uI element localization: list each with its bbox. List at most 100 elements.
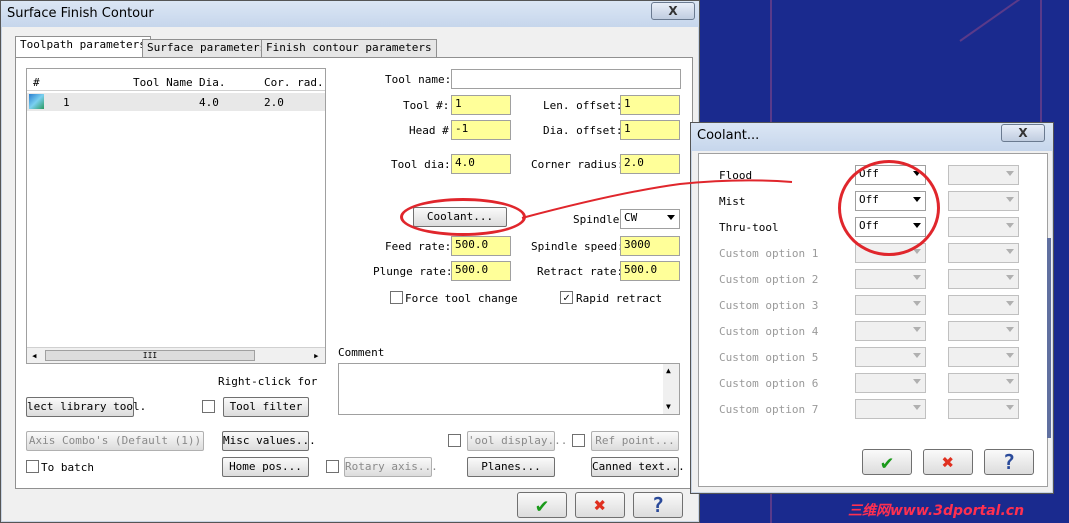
chevron-down-icon — [1006, 327, 1014, 332]
close-icon: ✖ — [593, 493, 607, 517]
rotary-axis-checkbox[interactable] — [326, 460, 339, 473]
scroll-left-icon[interactable]: ◂ — [31, 349, 38, 362]
coolant-cancel-button[interactable]: ✖ — [923, 449, 973, 475]
coolant-option-select[interactable] — [855, 321, 926, 341]
scroll-down-icon[interactable]: ▼ — [666, 402, 671, 411]
tab-toolpath-parameters[interactable]: Toolpath parameters — [15, 36, 151, 58]
tool-dia-field[interactable]: 4.0 — [451, 154, 511, 174]
row-dia: 4.0 — [199, 96, 219, 109]
tool-name-field[interactable] — [451, 69, 681, 89]
desktop-line — [959, 0, 1059, 42]
tab-surface-parameters[interactable]: Surface parameters — [142, 39, 272, 57]
tool-name-label: Tool name: — [385, 73, 452, 86]
coolant-option-secondary-select[interactable] — [948, 243, 1019, 263]
force-tool-change-label: Force tool change — [405, 292, 518, 305]
feed-rate-field[interactable]: 500.0 — [451, 236, 511, 256]
retract-rate-field[interactable]: 500.0 — [620, 261, 680, 281]
list-header: # Tool Name Dia. Cor. rad. — [27, 73, 325, 91]
coolant-option-label: Custom option 7 — [719, 403, 819, 416]
head-field[interactable]: -1 — [451, 120, 511, 140]
dia-offset-field[interactable]: 1 — [620, 120, 680, 140]
to-batch-checkbox[interactable] — [26, 460, 39, 473]
comment-textarea[interactable]: ▲ ▼ — [338, 363, 680, 415]
chevron-down-icon — [1006, 379, 1014, 384]
dia-offset-label: Dia. offset: — [543, 124, 623, 137]
spindle-speed-field[interactable]: 3000 — [620, 236, 680, 256]
axis-combo-button[interactable]: Axis Combo's (Default (1)) — [26, 431, 204, 451]
chevron-down-icon — [913, 249, 921, 254]
rapid-retract-checkbox[interactable]: ✓ — [560, 291, 573, 304]
coolant-option-secondary-select[interactable] — [948, 269, 1019, 289]
scroll-thumb[interactable]: III — [45, 350, 255, 361]
cancel-button[interactable]: ✖ — [575, 492, 625, 518]
coolant-option-secondary-select[interactable] — [948, 191, 1019, 211]
coolant-ok-button[interactable]: ✔ — [862, 449, 912, 475]
coolant-option-secondary-select[interactable] — [948, 399, 1019, 419]
coolant-option-secondary-select[interactable] — [948, 347, 1019, 367]
coolant-option-select[interactable] — [855, 399, 926, 419]
len-offset-field[interactable]: 1 — [620, 95, 680, 115]
chevron-down-icon — [913, 379, 921, 384]
tool-filter-checkbox[interactable] — [202, 400, 215, 413]
misc-values-button[interactable]: Misc values... — [222, 431, 316, 451]
tab-finish-contour-parameters[interactable]: Finish contour parameters — [261, 39, 437, 57]
scroll-right-icon[interactable]: ▸ — [313, 349, 320, 362]
chevron-down-icon — [1006, 405, 1014, 410]
coolant-option-select[interactable] — [855, 373, 926, 393]
tool-display-button[interactable]: 'ool display... — [467, 431, 567, 451]
right-click-label: Right-click for — [218, 375, 318, 388]
rotary-axis-button[interactable]: Rotary axis... — [344, 457, 438, 477]
chevron-down-icon — [1006, 223, 1014, 228]
coolant-option-select[interactable] — [855, 269, 926, 289]
coolant-help-button[interactable]: ? — [984, 449, 1034, 475]
chevron-down-icon — [913, 275, 921, 280]
coolant-option-select[interactable] — [855, 295, 926, 315]
plunge-rate-field[interactable]: 500.0 — [451, 261, 511, 281]
coolant-option-select[interactable] — [855, 347, 926, 367]
check-icon: ✔ — [535, 493, 549, 517]
col-header-tool-name[interactable]: Tool Name — [133, 76, 193, 89]
coolant-option-label: Custom option 4 — [719, 325, 819, 338]
help-icon: ? — [651, 493, 665, 517]
coolant-title: Coolant... — [697, 128, 760, 143]
coolant-option-secondary-select[interactable] — [948, 321, 1019, 341]
tool-filter-button[interactable]: Tool filter — [223, 397, 309, 417]
retract-rate-label: Retract rate: — [537, 265, 624, 278]
tool-num-field[interactable]: 1 — [451, 95, 511, 115]
coolant-option-secondary-select[interactable] — [948, 165, 1019, 185]
coolant-option-secondary-select[interactable] — [948, 217, 1019, 237]
table-row[interactable]: 1 4.0 2.0 — [27, 93, 325, 111]
col-header-num[interactable]: # — [33, 76, 40, 89]
close-button[interactable]: X — [651, 2, 695, 20]
rapid-retract-label: Rapid retract — [576, 292, 663, 305]
coolant-close-button[interactable]: X — [1001, 124, 1045, 142]
vertical-scrollbar[interactable]: ▲ ▼ — [663, 364, 679, 414]
ok-button[interactable]: ✔ — [517, 492, 567, 518]
to-batch-label: To batch — [41, 461, 94, 474]
canned-text-button[interactable]: Canned text... — [591, 457, 685, 477]
col-header-dia[interactable]: Dia. — [199, 76, 226, 89]
planes-button[interactable]: Planes... — [467, 457, 555, 477]
help-button[interactable]: ? — [633, 492, 683, 518]
chevron-down-icon — [913, 301, 921, 306]
len-offset-label: Len. offset: — [543, 99, 623, 112]
home-pos-button[interactable]: Home pos... — [222, 457, 309, 477]
force-tool-change-checkbox[interactable] — [390, 291, 403, 304]
ref-point-button[interactable]: Ref point... — [591, 431, 679, 451]
coolant-scrollbar[interactable] — [1047, 238, 1051, 438]
coolant-option-secondary-select[interactable] — [948, 373, 1019, 393]
col-header-cor-rad[interactable]: Cor. rad. — [264, 76, 324, 89]
horizontal-scrollbar[interactable]: ◂ III ▸ — [27, 347, 325, 363]
plunge-rate-label: Plunge rate: — [373, 265, 453, 278]
chevron-down-icon — [1006, 275, 1014, 280]
close-icon: ✖ — [941, 450, 955, 474]
tool-list[interactable]: # Tool Name Dia. Cor. rad. 1 4.0 2.0 ◂ I… — [26, 68, 326, 364]
comment-label: Comment — [338, 346, 385, 359]
coolant-option-label: Custom option 3 — [719, 299, 819, 312]
ref-point-checkbox[interactable] — [572, 434, 585, 447]
coolant-option-secondary-select[interactable] — [948, 295, 1019, 315]
scroll-up-icon[interactable]: ▲ — [666, 366, 671, 375]
tool-display-checkbox[interactable] — [448, 434, 461, 447]
select-library-tool-button[interactable]: lect library tool. — [26, 397, 146, 417]
tool-dia-label: Tool dia: — [391, 158, 451, 171]
